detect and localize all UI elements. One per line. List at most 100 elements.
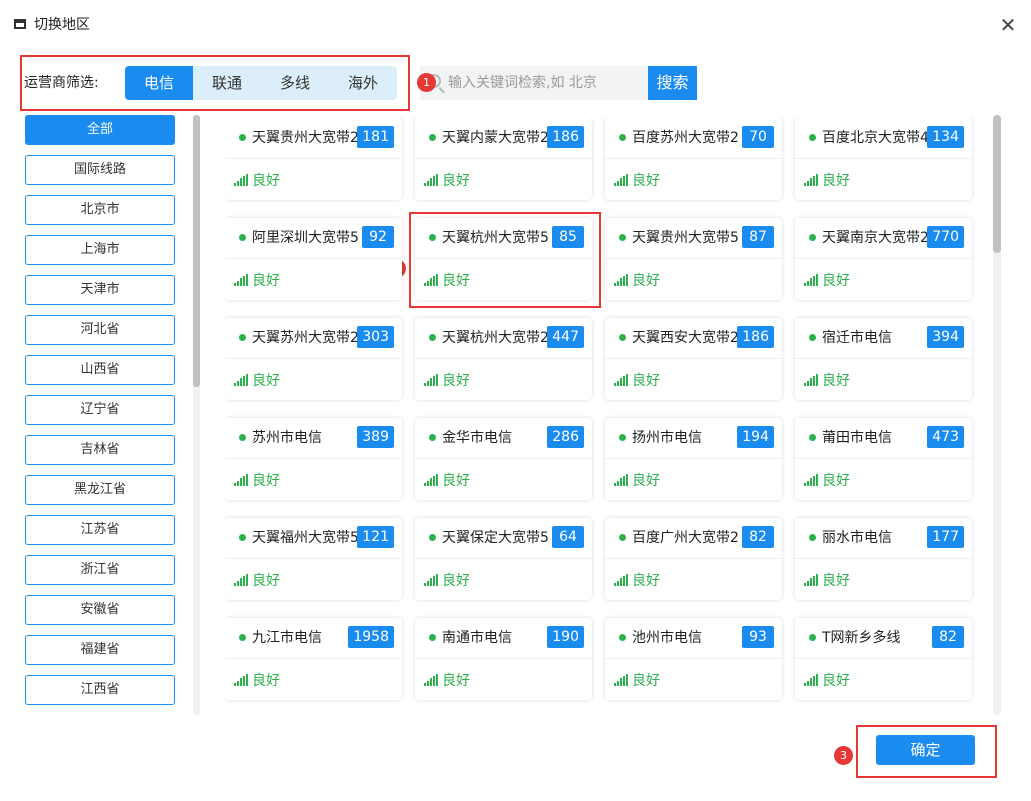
region-name: 天翼杭州大宽带2 xyxy=(442,330,549,346)
region-card-header: 天翼南京大宽带2 770 xyxy=(795,218,972,259)
region-card[interactable]: 天翼苏州大宽带2 303 良好 xyxy=(225,318,402,400)
region-count-badge: 770 xyxy=(927,226,964,248)
region-card-header: 池州市电信 93 xyxy=(605,618,782,659)
region-count-badge: 87 xyxy=(742,226,774,248)
region-card[interactable]: 扬州市电信 194 良好 xyxy=(605,418,782,500)
region-card[interactable]: 九江市电信 1958 良好 xyxy=(225,618,402,700)
region-status: 良好 xyxy=(442,173,470,189)
region-count-badge: 286 xyxy=(547,426,584,448)
sidebar-item[interactable]: 全部 xyxy=(25,115,175,145)
sidebar-item[interactable]: 国际线路 xyxy=(25,155,175,185)
region-card[interactable]: 池州市电信 93 良好 xyxy=(605,618,782,700)
status-dot-icon xyxy=(809,134,816,141)
sidebar-item[interactable]: 河北省 xyxy=(25,315,175,345)
signal-icon xyxy=(804,574,818,586)
region-card[interactable]: 天翼保定大宽带5 64 良好 xyxy=(415,518,592,600)
region-status: 良好 xyxy=(822,573,850,589)
region-card-header: 九江市电信 1958 xyxy=(225,618,402,659)
region-card[interactable]: 丽水市电信 177 良好 xyxy=(795,518,972,600)
region-card[interactable]: 天翼贵州大宽带2 181 良好 xyxy=(225,118,402,200)
status-dot-icon xyxy=(239,134,246,141)
region-card[interactable]: 百度广州大宽带2 82 良好 xyxy=(605,518,782,600)
region-count-badge: 70 xyxy=(742,126,774,148)
region-card[interactable]: 天翼南京大宽带2 770 良好 xyxy=(795,218,972,300)
sidebar-item[interactable]: 天津市 xyxy=(25,275,175,305)
region-card[interactable]: 天翼福州大宽带5 121 良好 xyxy=(225,518,402,600)
isp-tab-unicom[interactable]: 联通 xyxy=(193,66,261,100)
region-card-header: 丽水市电信 177 xyxy=(795,518,972,559)
region-card[interactable]: 百度北京大宽带4 134 良好 xyxy=(795,118,972,200)
region-status: 良好 xyxy=(632,273,660,289)
region-count-badge: 186 xyxy=(737,326,774,348)
isp-tab-multiline[interactable]: 多线 xyxy=(261,66,329,100)
sidebar-item[interactable]: 江苏省 xyxy=(25,515,175,545)
sidebar-item[interactable]: 吉林省 xyxy=(25,435,175,465)
region-count-badge: 85 xyxy=(552,226,584,248)
region-name: 天翼福州大宽带5 xyxy=(252,530,359,546)
status-dot-icon xyxy=(429,234,436,241)
region-card[interactable]: T网新乡多线 82 良好 xyxy=(795,618,972,700)
signal-icon xyxy=(804,274,818,286)
region-card[interactable]: 天翼贵州大宽带5 87 良好 xyxy=(605,218,782,300)
region-status: 良好 xyxy=(632,373,660,389)
region-card[interactable]: 天翼西安大宽带2 186 良好 xyxy=(605,318,782,400)
confirm-button[interactable]: 确定 xyxy=(876,735,975,765)
region-card[interactable]: 宿迁市电信 394 良好 xyxy=(795,318,972,400)
region-card[interactable]: 南通市电信 190 良好 xyxy=(415,618,592,700)
region-card-header: 天翼保定大宽带5 64 xyxy=(415,518,592,559)
region-count-badge: 447 xyxy=(547,326,584,348)
sidebar-item[interactable]: 上海市 xyxy=(25,235,175,265)
region-card-header: 天翼内蒙大宽带2 186 xyxy=(415,118,592,159)
search-input[interactable] xyxy=(448,70,644,96)
region-count-badge: 134 xyxy=(927,126,964,148)
grid-scrollbar[interactable] xyxy=(993,115,1001,715)
sidebar-item[interactable]: 安徽省 xyxy=(25,595,175,625)
grid-scrollbar-thumb[interactable] xyxy=(993,115,1001,253)
status-dot-icon xyxy=(619,234,626,241)
region-card-header: 百度北京大宽带4 134 xyxy=(795,118,972,159)
region-count-badge: 93 xyxy=(742,626,774,648)
region-card[interactable]: 天翼内蒙大宽带2 186 良好 xyxy=(415,118,592,200)
region-status: 良好 xyxy=(822,373,850,389)
sidebar-item[interactable]: 福建省 xyxy=(25,635,175,665)
sidebar-item[interactable]: 北京市 xyxy=(25,195,175,225)
region-card-header: 扬州市电信 194 xyxy=(605,418,782,459)
sidebar-item[interactable]: 山西省 xyxy=(25,355,175,385)
region-name: 天翼南京大宽带2 xyxy=(822,230,929,246)
region-card[interactable]: 百度苏州大宽带2 70 良好 xyxy=(605,118,782,200)
region-card-header: 百度广州大宽带2 82 xyxy=(605,518,782,559)
sidebar-scrollbar[interactable] xyxy=(193,115,200,715)
region-card[interactable]: 阿里深圳大宽带5 92 良好 xyxy=(225,218,402,300)
sidebar-scrollbar-thumb[interactable] xyxy=(193,115,200,387)
sidebar-item[interactable]: 浙江省 xyxy=(25,555,175,585)
signal-icon xyxy=(424,474,438,486)
status-dot-icon xyxy=(619,534,626,541)
region-status: 良好 xyxy=(442,673,470,689)
status-dot-icon xyxy=(619,634,626,641)
status-dot-icon xyxy=(239,634,246,641)
region-card[interactable]: 天翼杭州大宽带2 447 良好 xyxy=(415,318,592,400)
region-status: 良好 xyxy=(442,573,470,589)
isp-tab-telecom[interactable]: 电信 xyxy=(125,66,193,100)
sidebar-item[interactable]: 辽宁省 xyxy=(25,395,175,425)
isp-tabs: 电信 联通 多线 海外 xyxy=(125,66,397,100)
region-name: 九江市电信 xyxy=(252,630,322,646)
region-card-header: 天翼贵州大宽带5 87 xyxy=(605,218,782,259)
region-card[interactable]: 金华市电信 286 良好 xyxy=(415,418,592,500)
region-card-header: 天翼杭州大宽带2 447 xyxy=(415,318,592,359)
sidebar-item[interactable]: 江西省 xyxy=(25,675,175,705)
sidebar-item[interactable]: 黑龙江省 xyxy=(25,475,175,505)
region-card[interactable]: 天翼杭州大宽带5 85 良好 xyxy=(415,218,592,300)
region-status: 良好 xyxy=(252,673,280,689)
region-card-header: 莆田市电信 473 xyxy=(795,418,972,459)
region-card[interactable]: 莆田市电信 473 良好 xyxy=(795,418,972,500)
isp-tab-overseas[interactable]: 海外 xyxy=(329,66,397,100)
region-name: 天翼苏州大宽带2 xyxy=(252,330,359,346)
region-name: 天翼内蒙大宽带2 xyxy=(442,130,549,146)
region-card[interactable]: 苏州市电信 389 良好 xyxy=(225,418,402,500)
search-button[interactable]: 搜索 xyxy=(648,66,697,100)
region-name: 百度广州大宽带2 xyxy=(632,530,739,546)
status-dot-icon xyxy=(809,634,816,641)
signal-icon xyxy=(614,574,628,586)
close-icon[interactable]: ✕ xyxy=(996,13,1020,37)
